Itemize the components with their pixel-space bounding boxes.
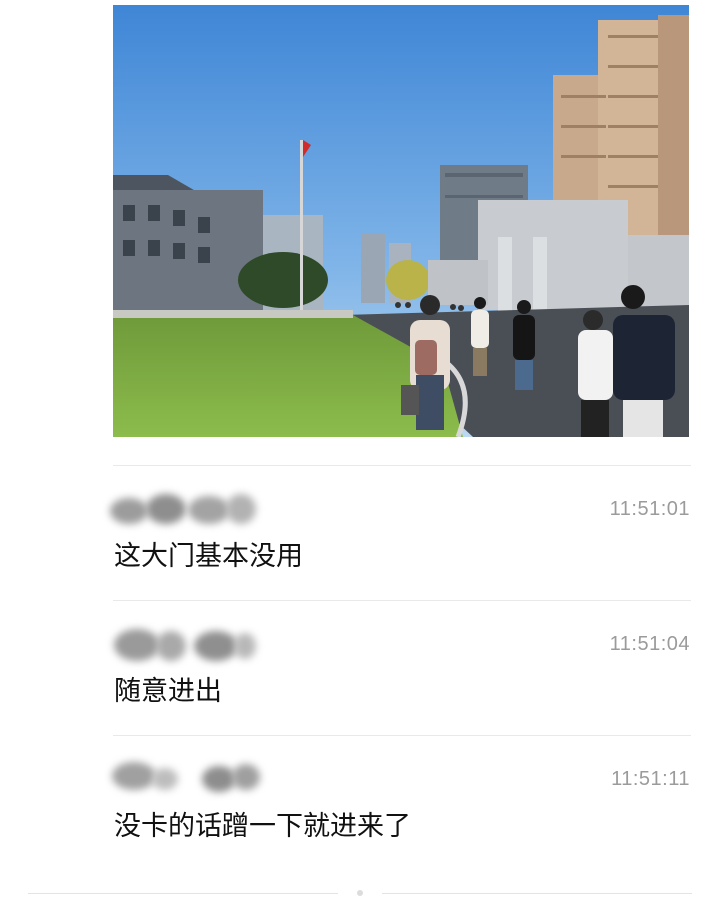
divider <box>113 735 691 736</box>
message-text: 这大门基本没用 <box>114 541 303 572</box>
message-text: 没卡的话蹭一下就进来了 <box>114 811 411 842</box>
bottom-divider-right <box>382 893 692 894</box>
message-text: 随意进出 <box>114 676 222 707</box>
bottom-divider-left <box>28 893 338 894</box>
message-time: 11:51:01 <box>609 498 690 520</box>
sender-name-blurred <box>108 625 268 665</box>
sender-name-blurred <box>108 760 268 800</box>
message-time: 11:51:04 <box>609 633 690 655</box>
message-time: 11:51:11 <box>611 768 690 790</box>
sender-name-blurred <box>108 490 268 530</box>
shared-photo[interactable] <box>113 5 689 437</box>
divider <box>113 600 691 601</box>
bottom-divider-dot <box>357 890 363 896</box>
divider <box>113 465 691 466</box>
message-item[interactable]: 11:51:11 没卡的话蹭一下就进来了 <box>0 760 720 890</box>
